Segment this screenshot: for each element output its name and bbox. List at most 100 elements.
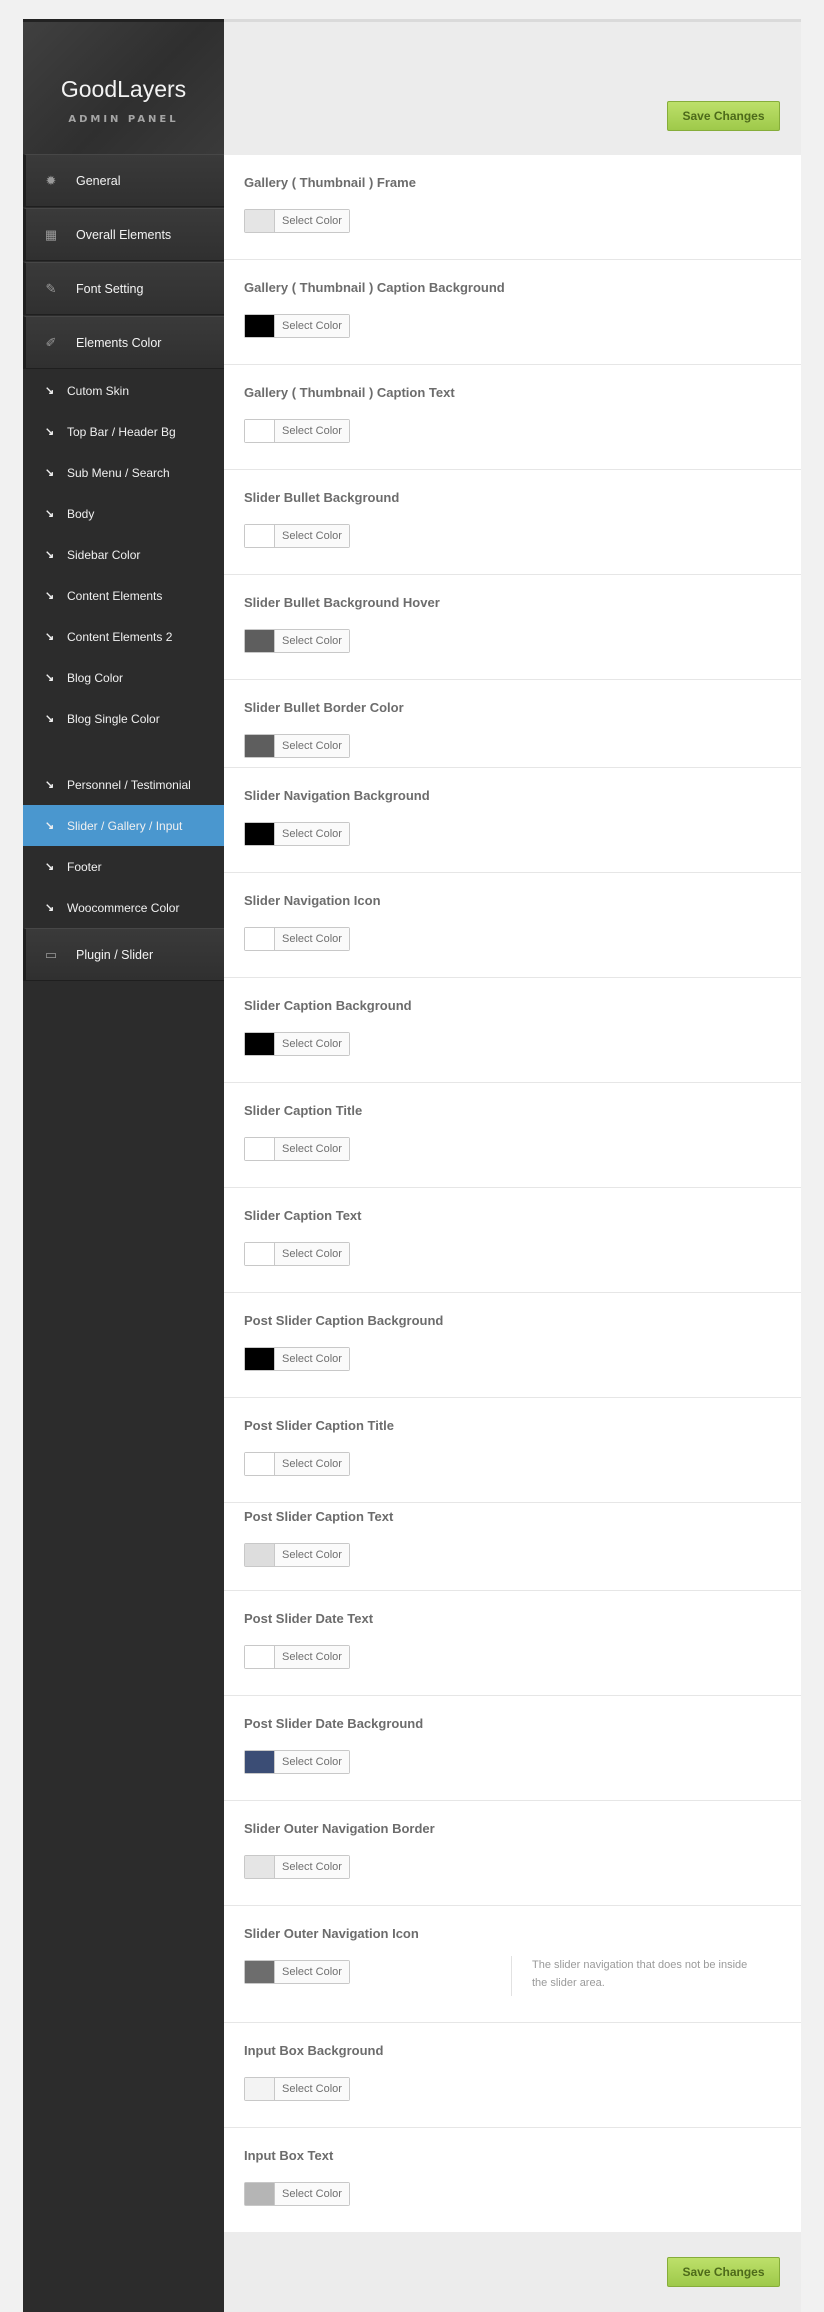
color-picker[interactable]: Select Color [244,1960,350,1984]
select-color-button[interactable]: Select Color [275,210,349,232]
arrow-down-right-icon: ↘ [45,861,55,873]
select-color-button[interactable]: Select Color [275,1243,349,1265]
arrow-down-right-icon: ↘ [45,902,55,914]
color-picker[interactable]: Select Color [244,822,350,846]
submenu-top-bar[interactable]: ↘ Top Bar / Header Bg [23,411,224,452]
select-color-button[interactable]: Select Color [275,823,349,845]
select-color-button[interactable]: Select Color [275,1646,349,1668]
color-picker[interactable]: Select Color [244,1750,350,1774]
sidebar: GoodLayers ADMIN PANEL ✹ General ▦ Overa… [23,19,224,2312]
select-color-button[interactable]: Select Color [275,1033,349,1055]
color-picker[interactable]: Select Color [244,524,350,548]
submenu-blog-color[interactable]: ↘ Blog Color [23,657,224,698]
color-picker[interactable]: Select Color [244,419,350,443]
color-picker[interactable]: Select Color [244,1855,350,1879]
setting-row: Slider Outer Navigation Icon Select Colo… [224,1906,801,2023]
menu-overall-elements[interactable]: ▦ Overall Elements [23,208,224,261]
color-swatch[interactable] [245,630,275,652]
color-picker[interactable]: Select Color [244,314,350,338]
submenu-label: Slider / Gallery / Input [67,818,183,833]
setting-row: Slider Caption Background Select Color [224,978,801,1083]
color-swatch[interactable] [245,1453,275,1475]
submenu-woocommerce-color[interactable]: ↘ Woocommerce Color [23,887,224,928]
select-color-button[interactable]: Select Color [275,420,349,442]
select-color-button[interactable]: Select Color [275,1751,349,1773]
setting-row: Gallery ( Thumbnail ) Caption Text Selec… [224,365,801,470]
select-color-button[interactable]: Select Color [275,630,349,652]
submenu-sub-menu-search[interactable]: ↘ Sub Menu / Search [23,452,224,493]
setting-row: Post Slider Caption Title Select Color [224,1398,801,1503]
setting-row: Slider Caption Title Select Color [224,1083,801,1188]
color-picker[interactable]: Select Color [244,1452,350,1476]
arrow-down-right-icon: ↘ [45,713,55,725]
color-swatch[interactable] [245,2183,275,2205]
select-color-button[interactable]: Select Color [275,1961,349,1983]
setting-row: Slider Navigation Icon Select Color [224,873,801,978]
setting-description: The slider navigation that does not be i… [511,1956,761,1996]
color-swatch[interactable] [245,1856,275,1878]
setting-row: Input Box Text Select Color [224,2128,801,2232]
submenu-footer[interactable]: ↘ Footer [23,846,224,887]
color-swatch[interactable] [245,1646,275,1668]
color-swatch[interactable] [245,1033,275,1055]
color-swatch[interactable] [245,735,275,757]
submenu-personnel-testimonial[interactable]: ↘ Personnel / Testimonial [23,764,224,805]
color-swatch[interactable] [245,1243,275,1265]
color-swatch[interactable] [245,210,275,232]
brush-icon: ✐ [45,334,57,350]
color-picker[interactable]: Select Color [244,1645,350,1669]
submenu-sidebar-color[interactable]: ↘ Sidebar Color [23,534,224,575]
submenu-slider-gallery-input[interactable]: ↘ Slider / Gallery / Input [23,805,224,846]
select-color-button[interactable]: Select Color [275,1138,349,1160]
color-swatch[interactable] [245,315,275,337]
color-swatch[interactable] [245,1751,275,1773]
color-picker[interactable]: Select Color [244,927,350,951]
select-color-button[interactable]: Select Color [275,735,349,757]
color-swatch[interactable] [245,1544,275,1566]
color-swatch[interactable] [245,1961,275,1983]
select-color-button[interactable]: Select Color [275,928,349,950]
menu-elements-color[interactable]: ✐ Elements Color [23,316,224,369]
color-picker[interactable]: Select Color [244,1137,350,1161]
setting-title: Slider Caption Title [244,1103,363,1118]
color-picker[interactable]: Select Color [244,2182,350,2206]
color-picker[interactable]: Select Color [244,1032,350,1056]
select-color-button[interactable]: Select Color [275,2183,349,2205]
menu-general[interactable]: ✹ General [23,154,224,207]
select-color-button[interactable]: Select Color [275,1348,349,1370]
setting-row: Slider Navigation Background Select Colo… [224,768,801,873]
setting-title: Input Box Text [244,2148,334,2163]
color-picker[interactable]: Select Color [244,1242,350,1266]
color-picker[interactable]: Select Color [244,1543,350,1567]
select-color-button[interactable]: Select Color [275,1856,349,1878]
select-color-button[interactable]: Select Color [275,525,349,547]
color-picker[interactable]: Select Color [244,734,350,758]
save-changes-button-bottom[interactable]: Save Changes [667,2257,780,2287]
color-swatch[interactable] [245,823,275,845]
submenu-blog-single-color[interactable]: ↘ Blog Single Color [23,698,224,739]
select-color-button[interactable]: Select Color [275,1453,349,1475]
color-swatch[interactable] [245,1348,275,1370]
color-picker[interactable]: Select Color [244,2077,350,2101]
submenu-cutom-skin[interactable]: ↘ Cutom Skin [23,370,224,411]
submenu-label: Woocommerce Color [67,900,180,915]
submenu-content-elements-2[interactable]: ↘ Content Elements 2 [23,616,224,657]
color-swatch[interactable] [245,525,275,547]
select-color-button[interactable]: Select Color [275,315,349,337]
submenu-label: Blog Color [67,670,124,685]
save-changes-button-top[interactable]: Save Changes [667,101,780,131]
color-picker[interactable]: Select Color [244,629,350,653]
color-swatch[interactable] [245,420,275,442]
color-picker[interactable]: Select Color [244,1347,350,1371]
select-color-button[interactable]: Select Color [275,1544,349,1566]
submenu-label: Footer [67,859,102,874]
submenu-content-elements[interactable]: ↘ Content Elements [23,575,224,616]
submenu-body[interactable]: ↘ Body [23,493,224,534]
color-swatch[interactable] [245,2078,275,2100]
select-color-button[interactable]: Select Color [275,2078,349,2100]
color-swatch[interactable] [245,1138,275,1160]
menu-plugin-slider[interactable]: ▭ Plugin / Slider [23,928,224,981]
color-picker[interactable]: Select Color [244,209,350,233]
menu-font-setting[interactable]: ✎ Font Setting [23,262,224,315]
color-swatch[interactable] [245,928,275,950]
